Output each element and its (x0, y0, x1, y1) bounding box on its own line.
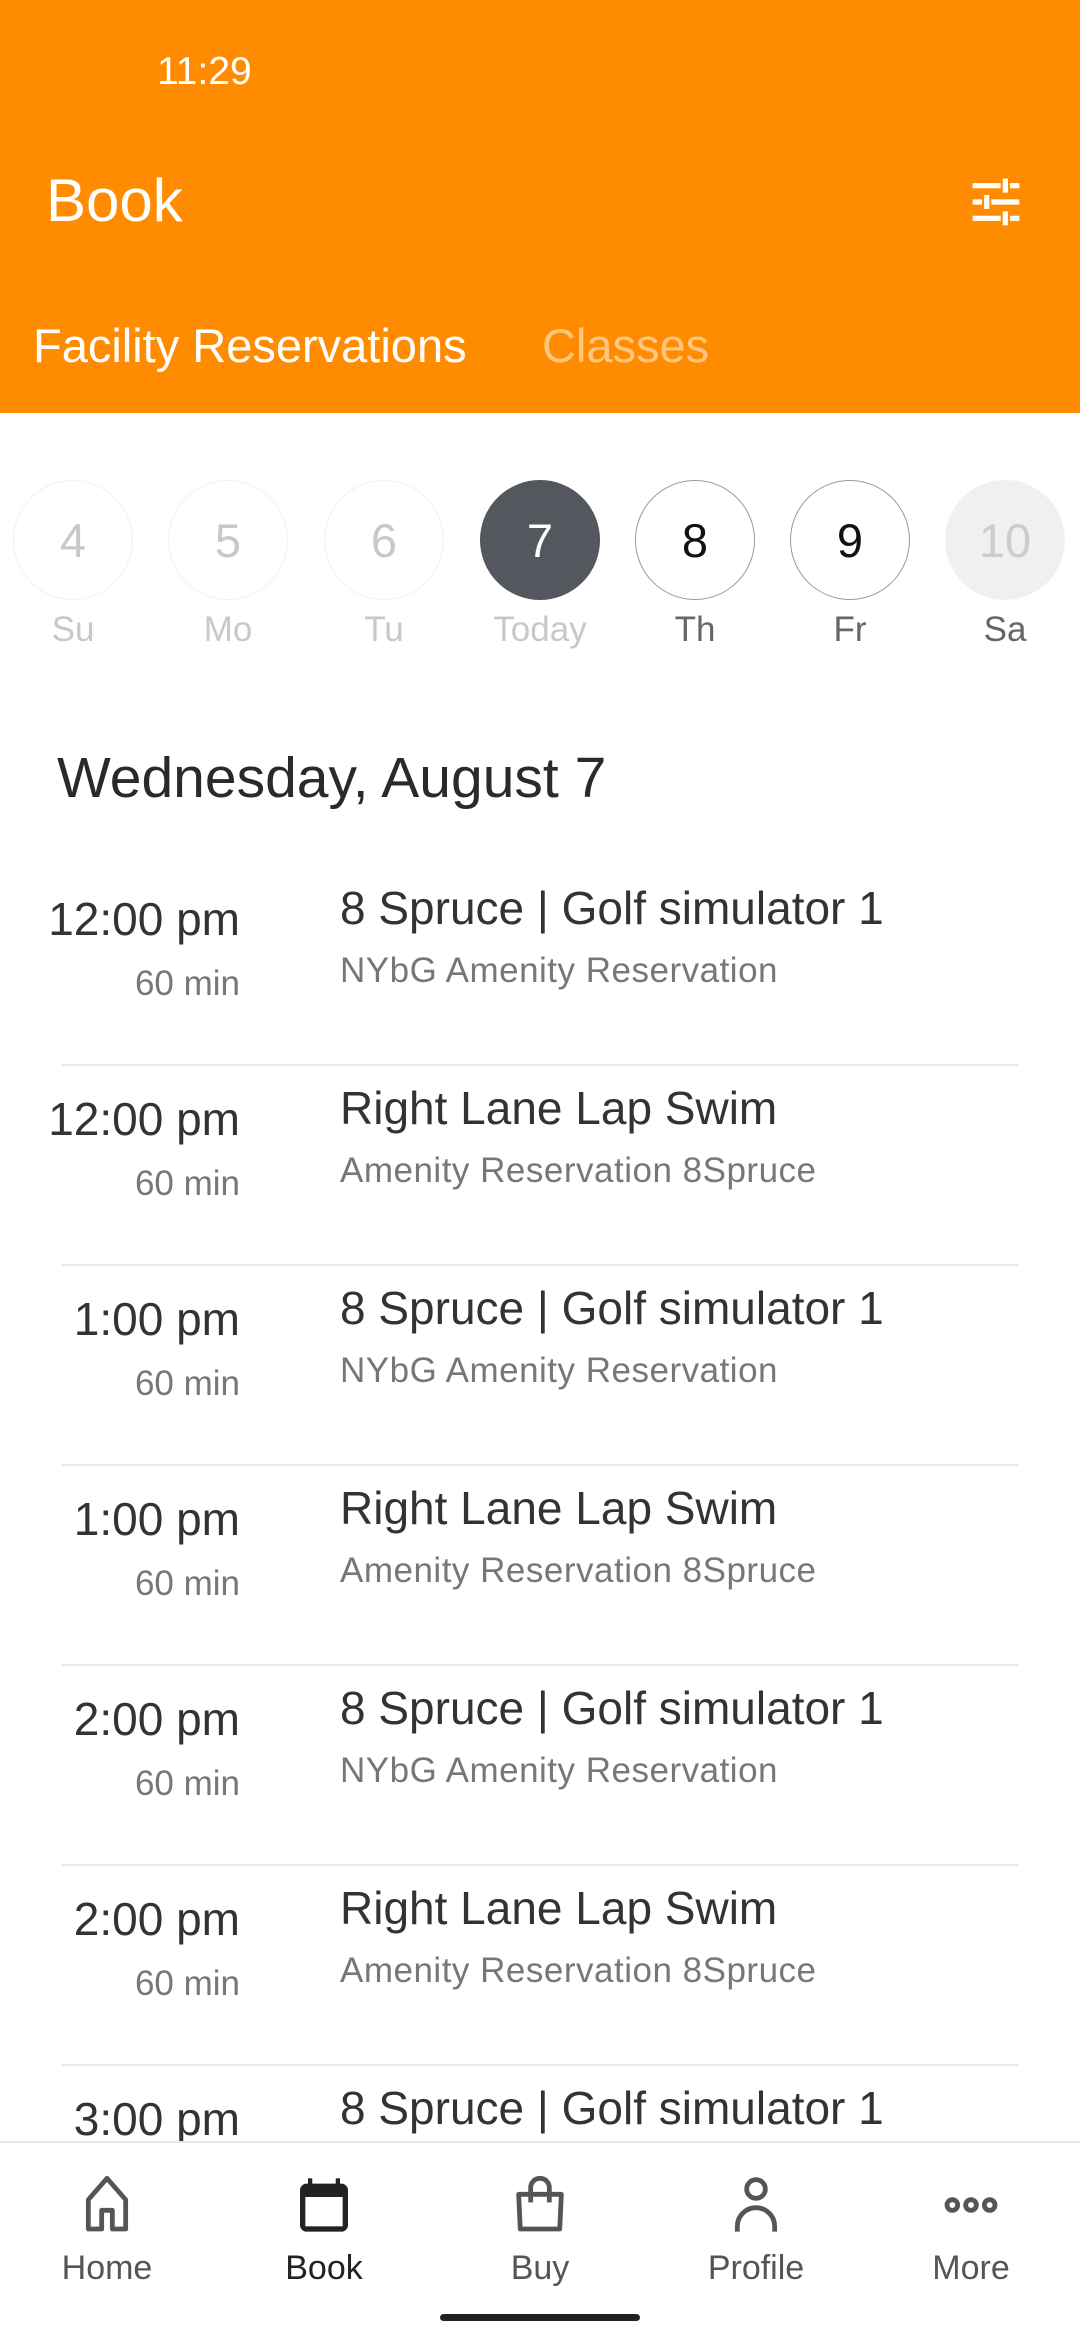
day-label: Mo (203, 610, 253, 649)
nav-label: Profile (707, 2249, 805, 2287)
day-today[interactable]: 7 Today (462, 480, 618, 650)
day-label: Today (493, 610, 587, 649)
shopping-bag-icon (516, 2175, 564, 2232)
reservation-list: 12:00 pm 60 min 8 Spruce | Golf simulator … (0, 866, 1080, 2266)
home-indicator[interactable] (440, 2314, 640, 2321)
day-label: Sa (983, 610, 1027, 649)
reservation-row[interactable]: 1:00 pm 60 min 8 Spruce | Golf simulator 1… (0, 1266, 1080, 1466)
day-su[interactable]: 4 Su (0, 480, 151, 650)
row-name: 8 Spruce | Golf simulator 1 (340, 2082, 884, 2134)
row-time: 1:00 pm (73, 1493, 240, 1545)
status-time: 11:29 (157, 50, 252, 93)
row-time: 1:00 pm (73, 1293, 240, 1345)
nav-label: More (932, 2249, 1010, 2287)
nav-label: Home (61, 2249, 153, 2287)
nav-buy[interactable]: Buy (460, 2173, 620, 2288)
tab-classes[interactable]: Classes (542, 318, 709, 373)
day-number: 7 (480, 480, 600, 600)
row-duration: 60 min (134, 1964, 240, 2003)
row-duration: 60 min (134, 1164, 240, 1203)
row-time: 3:00 pm (73, 2093, 240, 2145)
row-name: Right Lane Lap Swim (340, 1482, 778, 1534)
app-header: 11:29 Book Facility Reservations Classes (0, 0, 1080, 413)
row-name: 8 Spruce | Golf simulator 1 (340, 1282, 884, 1334)
nav-home[interactable]: Home (27, 2173, 187, 2288)
nav-more[interactable]: More (891, 2173, 1051, 2288)
nav-book[interactable]: Book (244, 2173, 404, 2288)
day-label: Fr (833, 610, 867, 649)
row-name: 8 Spruce | Golf simulator 1 (340, 1682, 884, 1734)
day-number: 9 (790, 480, 910, 600)
day-mo[interactable]: 5 Mo (150, 480, 306, 650)
row-time: 12:00 pm (48, 893, 240, 945)
row-duration: 60 min (134, 1564, 240, 1603)
row-subtitle: Amenity Reservation 8Spruce (340, 1951, 817, 1990)
calendar-icon (300, 2178, 348, 2232)
row-subtitle: NYbG Amenity Reservation (340, 951, 779, 990)
row-duration: 60 min (134, 964, 240, 1003)
row-subtitle: NYbG Amenity Reservation (340, 1751, 779, 1790)
day-label: Tu (364, 610, 404, 649)
reservation-row[interactable]: 1:00 pm 60 min Right Lane Lap Swim Amenity … (0, 1466, 1080, 1666)
day-number: 8 (635, 480, 755, 600)
row-time: 12:00 pm (48, 1093, 240, 1145)
home-icon (85, 2175, 129, 2232)
reservation-row[interactable]: 2:00 pm 60 min Right Lane Lap Swim Amenity … (0, 1866, 1080, 2066)
page-title: Book (46, 167, 183, 234)
day-number: 10 (945, 480, 1065, 600)
row-duration: 60 min (134, 1764, 240, 1803)
more-dots-icon (944, 2197, 998, 2213)
reservation-row[interactable]: 12:00 pm 60 min 8 Spruce | Golf simulator … (0, 866, 1080, 1066)
row-name: Right Lane Lap Swim (340, 1882, 778, 1934)
nav-label: Book (285, 2249, 363, 2287)
reservation-row[interactable]: 2:00 pm 60 min 8 Spruce | Golf simulator 1… (0, 1666, 1080, 1866)
day-sa[interactable]: 10 Sa (927, 480, 1080, 650)
day-label: Su (51, 610, 95, 649)
row-duration: 60 min (134, 1364, 240, 1403)
day-label: Th (674, 610, 716, 649)
row-name: Right Lane Lap Swim (340, 1082, 778, 1134)
row-time: 2:00 pm (73, 1893, 240, 1945)
tab-facility-reservations[interactable]: Facility Reservations (33, 318, 467, 373)
day-fr[interactable]: 9 Fr (772, 480, 928, 650)
day-number: 6 (324, 480, 444, 600)
day-number: 4 (13, 480, 133, 600)
bottom-nav: Home Book Buy Profile More (0, 2141, 1080, 2340)
nav-profile[interactable]: Profile (676, 2173, 836, 2288)
day-th[interactable]: 8 Th (617, 480, 773, 650)
person-icon (734, 2177, 778, 2232)
row-time: 2:00 pm (73, 1693, 240, 1745)
day-number: 5 (168, 480, 288, 600)
row-subtitle: NYbG Amenity Reservation (340, 1351, 779, 1390)
reservation-row[interactable]: 12:00 pm 60 min Right Lane Lap Swim Amenity… (0, 1066, 1080, 1266)
day-tu[interactable]: 6 Tu (306, 480, 462, 650)
row-name: 8 Spruce | Golf simulator 1 (340, 882, 884, 934)
date-heading: Wednesday, August 7 (57, 746, 607, 810)
row-subtitle: Amenity Reservation 8Spruce (340, 1551, 817, 1590)
sliders-icon[interactable] (968, 174, 1024, 230)
row-subtitle: Amenity Reservation 8Spruce (340, 1151, 817, 1190)
nav-label: Buy (510, 2249, 570, 2287)
